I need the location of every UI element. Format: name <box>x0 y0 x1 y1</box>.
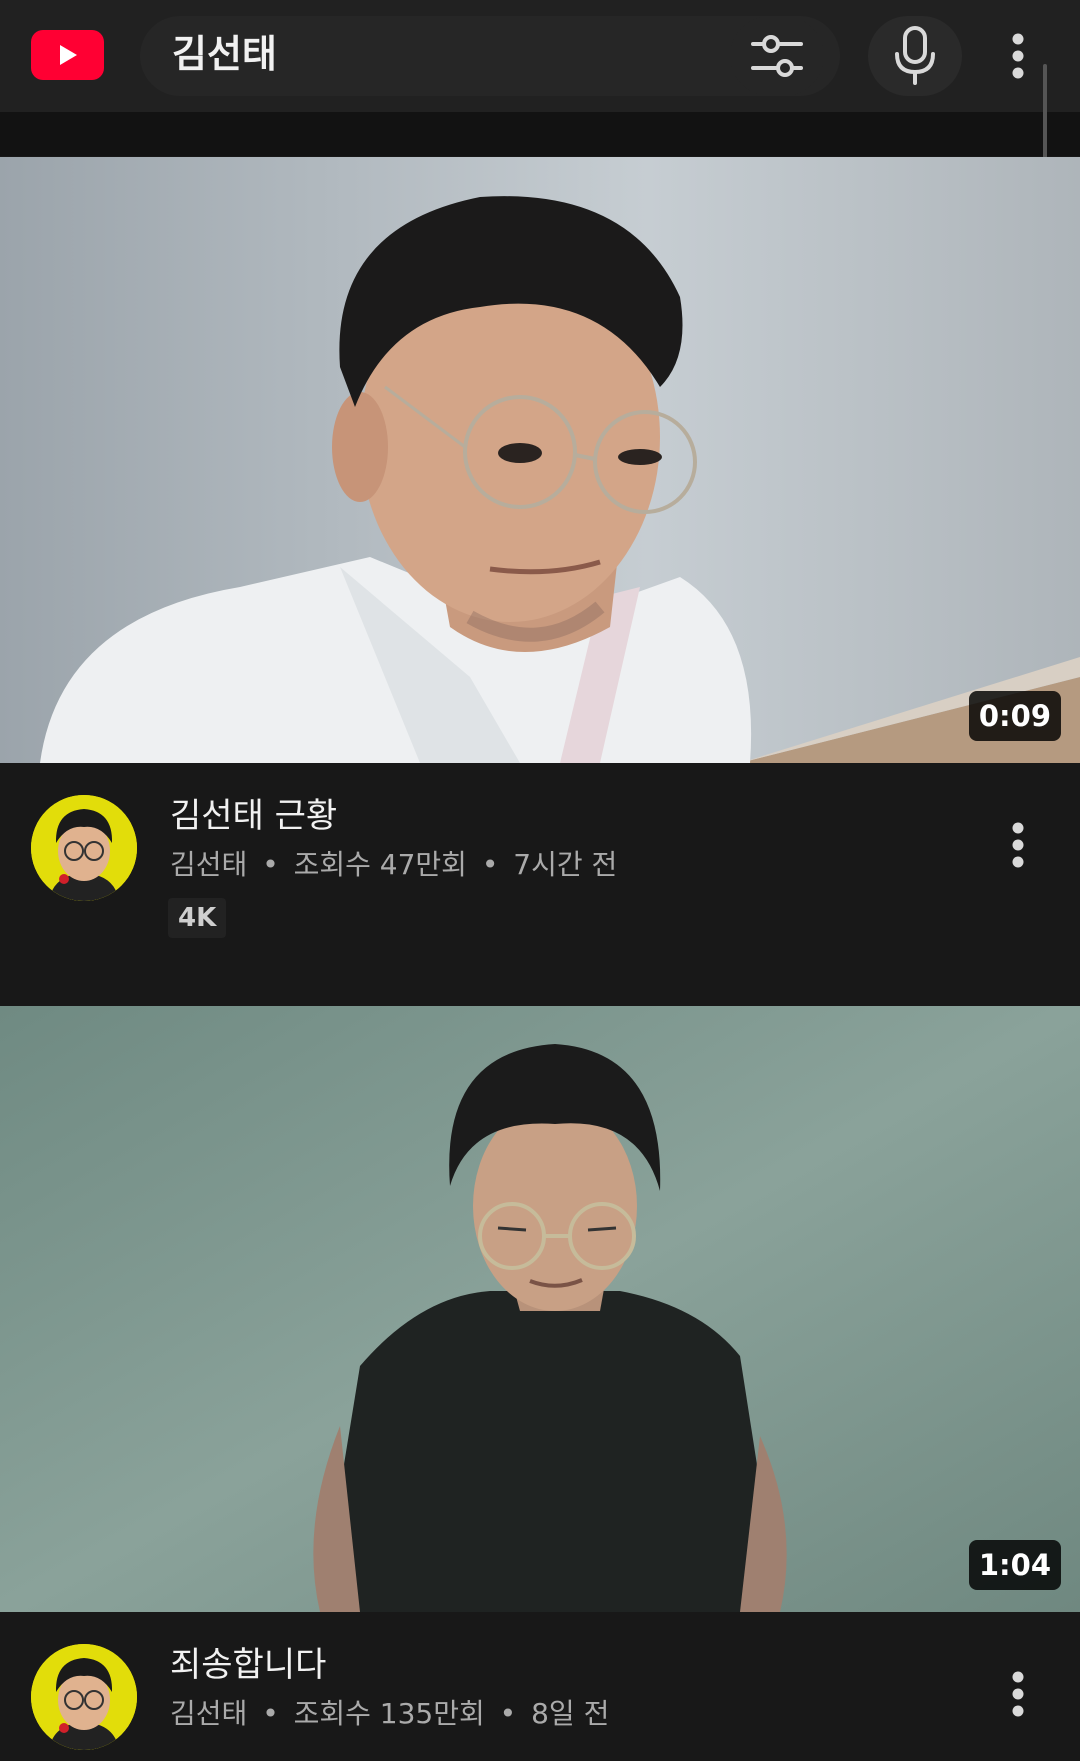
video-thumbnail[interactable]: 1:04 <box>0 1006 1080 1612</box>
header-more-button[interactable] <box>996 20 1040 92</box>
more-vert-icon <box>1012 33 1024 79</box>
video-duration: 0:09 <box>968 691 1061 741</box>
channel-name[interactable]: 김선태 <box>170 1697 247 1730</box>
microphone-icon <box>895 26 935 85</box>
separator-dot: • <box>499 1697 517 1730</box>
video-more-button[interactable] <box>996 809 1040 881</box>
separator-dot: • <box>481 848 499 881</box>
youtube-logo[interactable] <box>31 30 104 80</box>
header-divider <box>0 112 1080 156</box>
separator-dot: • <box>262 848 279 881</box>
video-more-button[interactable] <box>996 1658 1040 1730</box>
channel-avatar[interactable] <box>31 795 137 901</box>
tune-filter-icon <box>751 35 803 77</box>
upload-age: 7시간 전 <box>513 848 618 881</box>
video-subline: 김선태 • 조회수 47만회 • 7시간 전 <box>170 845 617 885</box>
video-title[interactable]: 김선태 근황 <box>170 793 337 839</box>
video-title[interactable]: 죄송합니다 <box>170 1642 326 1688</box>
separator-dot: • <box>262 1697 279 1730</box>
voice-search-button[interactable] <box>868 16 962 96</box>
channel-avatar[interactable] <box>31 1644 137 1750</box>
channel-name[interactable]: 김선태 <box>170 848 247 881</box>
video-thumbnail[interactable]: 0:09 <box>0 157 1080 763</box>
search-filter-button[interactable] <box>730 16 824 96</box>
youtube-search-results: 김선태 0:09 김선태 근황 김선태 • 조회수 47만회 • 7시간 전 4… <box>0 0 1080 1761</box>
view-count: 조회수 47만회 <box>293 848 467 881</box>
video-meta[interactable]: 죄송합니다 김선태 • 조회수 135만회 • 8일 전 <box>0 1612 1080 1761</box>
upload-age: 8일 전 <box>531 1697 610 1730</box>
more-vert-icon <box>1012 1671 1024 1717</box>
video-duration: 1:04 <box>968 1540 1061 1590</box>
view-count: 조회수 135만회 <box>293 1697 485 1730</box>
quality-badge: 4K <box>168 898 227 938</box>
top-app-bar: 김선태 <box>0 0 1080 112</box>
video-meta[interactable]: 김선태 근황 김선태 • 조회수 47만회 • 7시간 전 4K <box>0 763 1080 1003</box>
video-subline: 김선태 • 조회수 135만회 • 8일 전 <box>170 1694 609 1734</box>
search-query[interactable]: 김선태 <box>172 26 277 82</box>
more-vert-icon <box>1012 822 1024 868</box>
